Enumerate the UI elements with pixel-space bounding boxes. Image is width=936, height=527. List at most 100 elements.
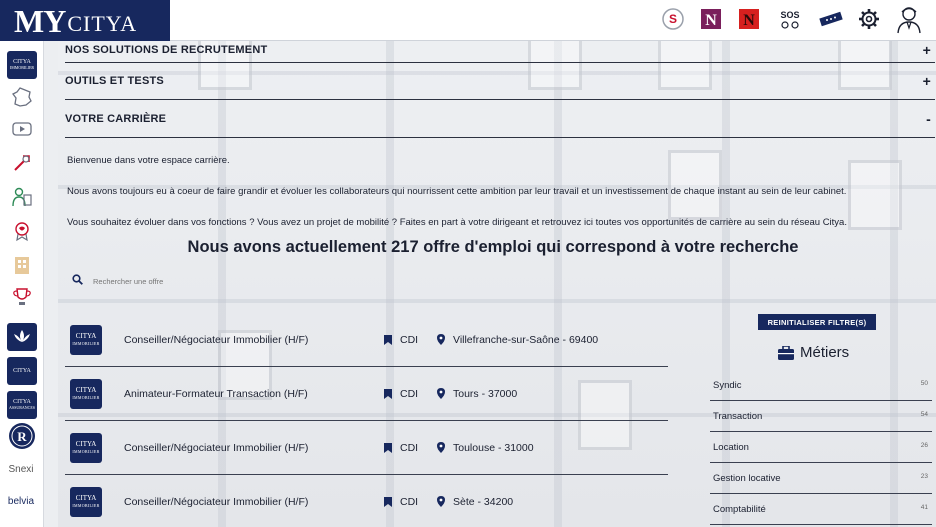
left-sidebar: CITYA IMMOBILIER CITYA CITYA ASSURANCES R … <box>0 41 44 527</box>
filter-count: 26 <box>920 442 928 449</box>
bookmark-icon <box>384 442 392 453</box>
trophy-icon[interactable] <box>7 283 37 311</box>
job-row[interactable]: CITYA IMMOBILIER Conseiller/Négociateur I… <box>65 313 668 367</box>
accordion-tools[interactable]: OUTILS ET TESTS + <box>65 63 935 100</box>
bookmark-icon <box>384 334 392 345</box>
job-contract-label: CDI <box>400 441 419 454</box>
citya-assurances-badge-icon: CITYA ASSURANCES <box>7 391 37 419</box>
job-contract-label: CDI <box>400 387 419 400</box>
main-content: NOS SOLUTIONS DE RECRUTEMENT + OUTILS ET… <box>58 41 936 527</box>
filter-item-location[interactable]: Location 26 <box>710 433 932 463</box>
filter-count: 54 <box>920 411 928 418</box>
badge-brand: CITYA <box>13 398 31 405</box>
job-contract: CDI <box>384 496 418 508</box>
job-location: Toulouse - 31000 <box>437 442 534 454</box>
expand-plus-icon[interactable]: + <box>923 73 931 89</box>
citya-badge-icon: CITYA <box>7 357 37 385</box>
filter-item-transaction[interactable]: Transaction 54 <box>710 402 932 432</box>
france-map-icon[interactable] <box>7 83 37 111</box>
job-contract: CDI <box>384 442 418 454</box>
job-logo-brand: CITYA <box>75 332 97 340</box>
accordion-career-label: VOTRE CARRIÈRE <box>65 112 167 125</box>
search-icon[interactable] <box>72 272 83 290</box>
sidebar-citya-home[interactable]: CITYA IMMOBILIER <box>7 51 37 79</box>
logo-my: MY <box>14 2 66 39</box>
sidebar-citya-transaction[interactable]: CITYA <box>7 357 37 385</box>
job-title[interactable]: Conseiller/Négociateur Immobilier (H/F) <box>124 334 308 346</box>
n-red-logo-icon[interactable]: N <box>736 4 762 34</box>
badge-sub: IMMOBILIER <box>9 65 35 70</box>
award-icon[interactable] <box>7 217 37 245</box>
job-location: Sète - 34200 <box>437 496 513 508</box>
citya-job-logo-icon: CITYA IMMOBILIER <box>70 432 102 463</box>
filter-item-syndic[interactable]: Syndic 50 <box>710 371 932 401</box>
building-icon[interactable] <box>7 251 37 279</box>
badge-brand: CITYA <box>13 58 31 65</box>
job-logo-sub: IMMOBILIER <box>72 341 100 346</box>
job-row[interactable]: CITYA IMMOBILIER Animateur-Formateur Tran… <box>65 367 668 421</box>
sos-icon[interactable]: SOS <box>774 4 806 34</box>
filter-item-comptabilite[interactable]: Comptabilité 41 <box>710 495 932 525</box>
top-icons: S N N SOS <box>660 4 924 34</box>
filter-count: 50 <box>920 380 928 387</box>
filter-count: 23 <box>920 473 928 480</box>
job-title[interactable]: Conseiller/Négociateur Immobilier (H/F) <box>124 442 308 454</box>
filter-label: Comptabilité <box>713 504 766 515</box>
citya-badge-icon: CITYA IMMOBILIER <box>7 51 37 79</box>
expand-plus-icon[interactable]: + <box>923 42 931 58</box>
job-row[interactable]: CITYA IMMOBILIER Conseiller/Négociateur I… <box>65 421 668 475</box>
citya-job-logo-icon: CITYA IMMOBILIER <box>70 378 102 409</box>
accordion-career[interactable]: VOTRE CARRIÈRE - <box>65 100 935 138</box>
filter-label: Location <box>713 442 749 453</box>
sidebar-brand-snexi[interactable]: Snexi <box>3 455 39 483</box>
sidebar-brand-r[interactable]: R <box>7 422 37 450</box>
citya-job-logo-icon: CITYA IMMOBILIER <box>70 486 102 517</box>
ticket-icon[interactable] <box>818 4 844 34</box>
svg-text:S: S <box>669 12 677 26</box>
filter-label: Transaction <box>713 411 763 422</box>
collapse-minus-icon[interactable]: - <box>926 111 931 127</box>
bookmark-icon <box>384 388 392 399</box>
video-play-icon[interactable] <box>7 115 37 143</box>
n-logo-icon[interactable]: N <box>698 4 724 34</box>
job-contract-label: CDI <box>400 495 419 508</box>
logo-citya: CITYA <box>67 10 138 36</box>
job-logo-sub: IMMOBILIER <box>72 503 100 508</box>
sidebar-brand-lotus[interactable] <box>7 323 37 351</box>
job-logo-brand: CITYA <box>75 494 97 502</box>
filter-label: Gestion locative <box>713 473 781 484</box>
filter-count: 41 <box>920 504 928 511</box>
filter-item-gestion-locative[interactable]: Gestion locative 23 <box>710 464 932 494</box>
job-location: Villefranche-sur-Saône - 69400 <box>437 334 598 346</box>
lotus-badge-icon <box>7 323 37 351</box>
top-bar: MY CITYA S N N SOS <box>0 0 936 41</box>
badge-sub: ASSURANCES <box>8 405 35 410</box>
svg-text:SOS: SOS <box>780 10 799 20</box>
job-location-label: Sète - 34200 <box>453 495 514 508</box>
svg-text:N: N <box>705 12 717 29</box>
location-pin-icon <box>437 334 445 345</box>
recruitment-icon[interactable] <box>7 183 37 211</box>
location-pin-icon <box>437 388 445 399</box>
tools-icon[interactable] <box>7 149 37 177</box>
job-location-label: Toulouse - 31000 <box>453 441 534 454</box>
job-location: Tours - 37000 <box>437 388 517 400</box>
snexi-logo: Snexi <box>8 463 34 475</box>
job-logo-brand: CITYA <box>75 386 97 394</box>
s-logo-icon[interactable]: S <box>660 4 686 34</box>
job-title[interactable]: Conseiller/Négociateur Immobilier (H/F) <box>124 496 308 508</box>
accordion-recruitment-label: NOS SOLUTIONS DE RECRUTEMENT <box>65 43 268 56</box>
job-title[interactable]: Animateur-Formateur Transaction (H/F) <box>124 388 308 400</box>
sidebar-brand-belvia[interactable]: belvia <box>3 487 39 515</box>
gear-icon[interactable] <box>856 4 882 34</box>
mycitya-logo[interactable]: MY CITYA <box>0 0 170 41</box>
job-row[interactable]: CITYA IMMOBILIER Conseiller/Négociateur I… <box>65 475 668 527</box>
career-welcome-text: Bienvenue dans votre espace carrière. <box>67 155 230 166</box>
filter-label: Syndic <box>713 380 742 391</box>
reset-filters-button[interactable]: REINITIALISER FILTRE(S) <box>758 314 876 330</box>
user-icon[interactable] <box>894 4 924 34</box>
job-search-input[interactable] <box>93 276 293 286</box>
job-search-bar <box>72 269 372 293</box>
sidebar-citya-assurances[interactable]: CITYA ASSURANCES <box>7 391 37 419</box>
accordion-tools-label: OUTILS ET TESTS <box>65 75 164 87</box>
